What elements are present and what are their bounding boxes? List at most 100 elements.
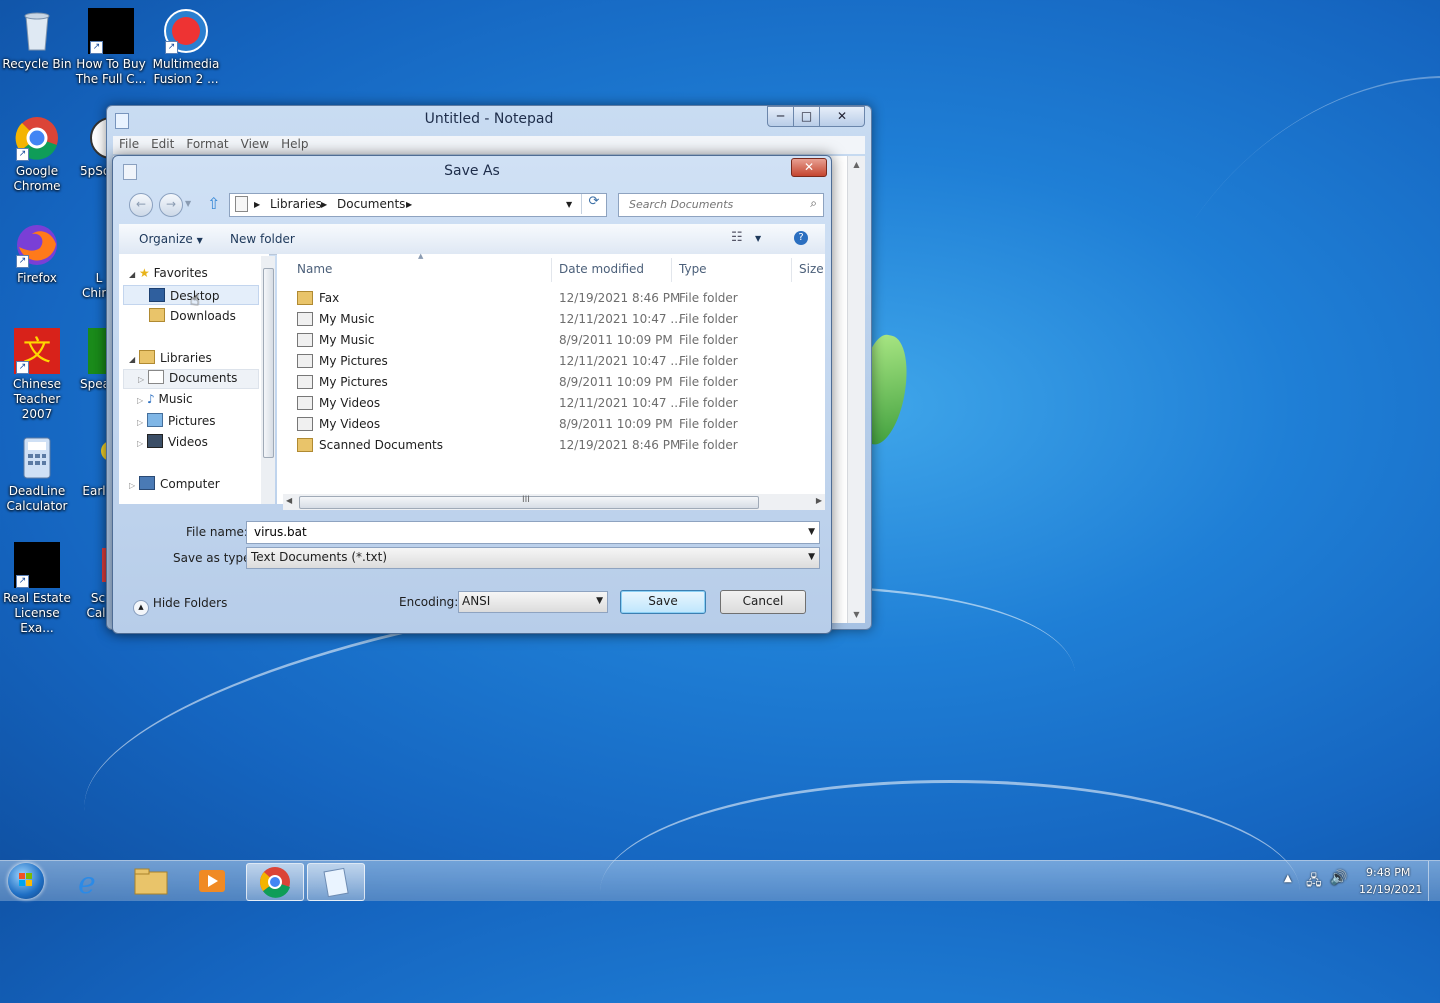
taskbar-media-player[interactable]	[184, 863, 240, 899]
address-dropdown-icon[interactable]: ▼	[566, 200, 572, 209]
column-header-date[interactable]: Date modified	[559, 262, 644, 276]
desktop-icon-sc-cal[interactable]: Sc Cal	[60, 542, 108, 621]
refresh-icon[interactable]: ⟳	[581, 194, 606, 214]
scroll-up-icon[interactable]: ▲	[848, 160, 865, 169]
desktop-icon-earl[interactable]: Earl	[60, 435, 108, 499]
breadcrumb-documents[interactable]: Documents	[337, 197, 405, 211]
taskbar-internet-explorer[interactable]: e	[62, 863, 118, 901]
expand-triangle-icon[interactable]: ▷	[129, 481, 135, 490]
file-row-my-pictures[interactable]: My Pictures 8/9/2011 10:09 PM File folde…	[277, 372, 817, 392]
start-button[interactable]	[8, 863, 44, 899]
scrollbar-thumb[interactable]: III	[299, 495, 759, 509]
show-hidden-icons-icon[interactable]: ▲	[1284, 873, 1292, 884]
file-row-fax[interactable]: Fax 12/19/2021 8:46 PM File folder	[277, 288, 817, 308]
file-row-my-music[interactable]: My Music 12/11/2021 10:47 ... File folde…	[277, 309, 817, 329]
file-name-field[interactable]: ▼	[246, 521, 820, 544]
scroll-right-icon[interactable]: ▶	[816, 496, 822, 505]
desktop-icon-recycle-bin[interactable]: Recycle Bin	[1, 8, 73, 72]
pictures-icon	[146, 413, 163, 427]
menu-edit[interactable]: Edit	[145, 136, 180, 152]
clock-time[interactable]: 9:48 PM	[1366, 866, 1410, 879]
scroll-left-icon[interactable]: ◀	[286, 496, 292, 505]
maximize-button[interactable]: □	[793, 106, 820, 127]
file-row-my-music[interactable]: My Music 8/9/2011 10:09 PM File folder	[277, 330, 817, 350]
libraries-icon	[138, 350, 155, 364]
view-dropdown-icon[interactable]: ▼	[755, 234, 761, 243]
back-button[interactable]: ←	[129, 193, 153, 217]
file-row-my-videos[interactable]: My Videos 8/9/2011 10:09 PM File folder	[277, 414, 817, 434]
hide-folders-toggle[interactable]: ▲ Hide Folders	[133, 596, 227, 616]
file-list-horizontal-scrollbar[interactable]: ◀ III ▶	[283, 494, 825, 510]
menu-format[interactable]: Format	[180, 136, 234, 152]
taskbar-notepad[interactable]	[307, 863, 365, 901]
column-separator[interactable]	[671, 258, 672, 282]
clock-date[interactable]: 12/19/2021	[1359, 883, 1422, 896]
breadcrumb-libraries[interactable]: Libraries	[270, 197, 322, 211]
up-arrow-icon[interactable]: ⇧	[207, 194, 220, 213]
expand-triangle-icon[interactable]: ▷	[138, 375, 144, 384]
menu-help[interactable]: Help	[275, 136, 314, 152]
nav-documents[interactable]: ▷ Documents	[123, 369, 259, 389]
file-date: 12/11/2021 10:47 ...	[559, 312, 682, 326]
save-as-dialog[interactable]: Save As ✕ ← → ▼ ⇧ ▶ Libraries ▶ Document…	[112, 155, 832, 634]
encoding-select[interactable]: ANSI ▼	[458, 591, 608, 613]
file-name-dropdown-icon[interactable]: ▼	[808, 527, 815, 537]
file-name-input[interactable]	[252, 524, 776, 540]
column-header-name[interactable]: Name	[297, 262, 332, 276]
volume-icon[interactable]: 🔊	[1330, 870, 1347, 886]
view-options-icon[interactable]: ☷	[731, 230, 743, 245]
desktop-icon-multimedia-fusion[interactable]: ↗ Multimedia Fusion 2 ...	[150, 8, 222, 87]
column-header-size[interactable]: Size	[799, 262, 824, 276]
expand-triangle-icon[interactable]: ◢	[129, 355, 135, 364]
menu-view[interactable]: View	[235, 136, 275, 152]
taskbar-windows-explorer[interactable]	[123, 863, 179, 899]
notepad-vertical-scrollbar[interactable]: ▲ ▼	[847, 156, 865, 623]
nav-downloads[interactable]: Downloads	[149, 308, 236, 323]
file-row-scanned-documents[interactable]: Scanned Documents 12/19/2021 8:46 PM Fil…	[277, 435, 817, 455]
forward-button[interactable]: →	[159, 193, 183, 217]
desktop-icon-spea[interactable]: Spea	[60, 328, 108, 392]
expand-triangle-icon[interactable]: ▷	[137, 418, 143, 427]
black-app-icon: ↗	[14, 542, 60, 588]
column-header-type[interactable]: Type	[679, 262, 707, 276]
menu-file[interactable]: File	[113, 136, 145, 152]
organize-button[interactable]: Organize ▼	[139, 232, 203, 246]
nav-videos[interactable]: ▷ Videos	[137, 434, 208, 449]
desktop-icon-how-to-buy[interactable]: ↗ How To Buy The Full C...	[75, 8, 147, 87]
cancel-button[interactable]: Cancel	[720, 590, 806, 614]
taskbar-google-chrome[interactable]	[246, 863, 304, 901]
file-row-my-pictures[interactable]: My Pictures 12/11/2021 10:47 ... File fo…	[277, 351, 817, 371]
notepad-close-button[interactable]: ✕	[819, 106, 865, 127]
column-separator[interactable]	[791, 258, 792, 282]
expand-triangle-icon[interactable]: ▷	[137, 396, 143, 405]
scrollbar-thumb[interactable]	[263, 268, 274, 458]
nav-pictures[interactable]: ▷ Pictures	[137, 413, 216, 428]
save-button[interactable]: Save	[620, 590, 706, 614]
file-type: File folder	[679, 417, 738, 431]
expand-triangle-icon[interactable]: ▷	[137, 439, 143, 448]
help-icon[interactable]: ?	[794, 231, 808, 245]
desktop-icon-5pso[interactable]: 5pSo	[60, 115, 108, 179]
app-icon	[88, 435, 108, 481]
expand-triangle-icon[interactable]: ◢	[129, 270, 135, 279]
file-row-my-videos[interactable]: My Videos 12/11/2021 10:47 ... File fold…	[277, 393, 817, 413]
recent-pages-chevron-icon[interactable]: ▼	[185, 199, 191, 208]
search-box[interactable]: ⌕	[618, 193, 824, 217]
nav-libraries[interactable]: ◢ Libraries	[129, 350, 212, 365]
new-folder-button[interactable]: New folder	[230, 232, 295, 246]
desktop-icon-chinese-l[interactable]: L Chin	[60, 222, 108, 301]
column-separator[interactable]	[551, 258, 552, 282]
save-as-type-select[interactable]: Text Documents (*.txt) ▼	[246, 547, 820, 569]
nav-favorites[interactable]: ◢ ★ Favorites	[129, 266, 208, 280]
scroll-down-icon[interactable]: ▼	[848, 610, 865, 619]
search-input[interactable]	[627, 197, 801, 212]
nav-music[interactable]: ▷ ♪ Music	[137, 392, 193, 406]
minimize-button[interactable]: ─	[767, 106, 794, 127]
show-desktop-button[interactable]	[1428, 861, 1440, 901]
search-icon[interactable]: ⌕	[810, 196, 817, 211]
network-icon[interactable]: 🖧	[1306, 870, 1322, 894]
navigation-pane-scrollbar[interactable]	[261, 256, 275, 504]
dialog-close-button[interactable]: ✕	[791, 158, 827, 177]
nav-computer[interactable]: ▷ Computer	[129, 476, 220, 491]
address-bar[interactable]: ▶ Libraries ▶ Documents ▶ ▼ ⟳	[229, 193, 607, 217]
